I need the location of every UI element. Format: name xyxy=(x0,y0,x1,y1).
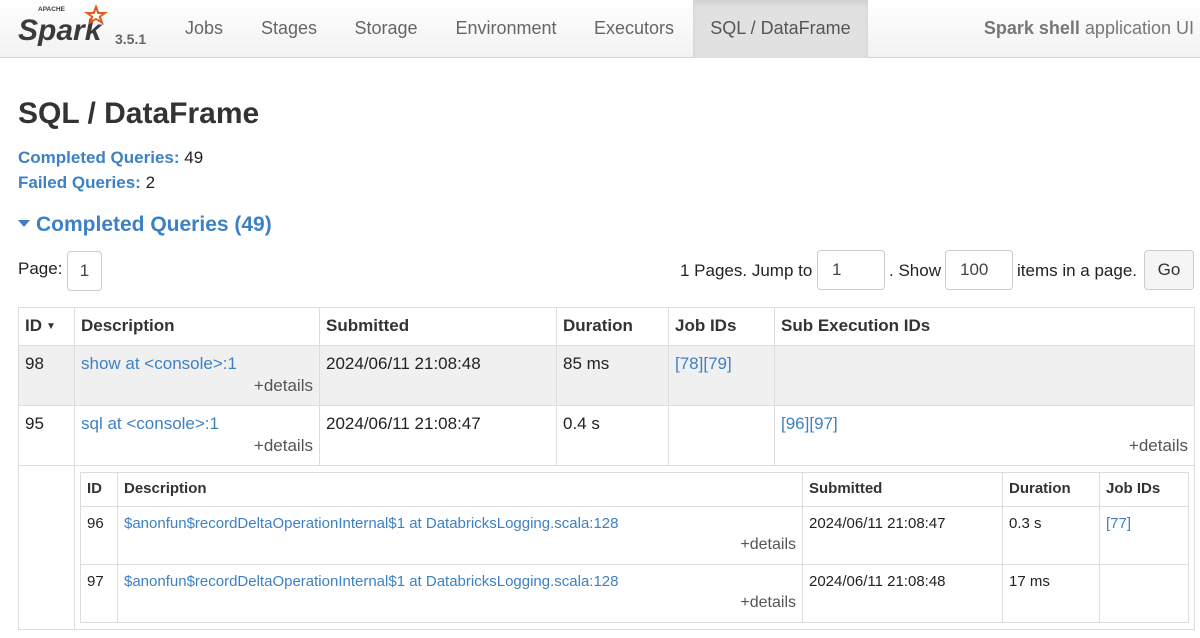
failed-queries-count: 2 xyxy=(145,173,156,192)
sub-execution-ids-link[interactable]: [96][97] xyxy=(781,414,838,433)
sub-cell-id: 97 xyxy=(80,564,118,623)
tab-stages[interactable]: Stages xyxy=(242,0,336,58)
application-title: Spark shell application UI xyxy=(984,0,1194,58)
sub-description-link[interactable]: $anonfun$recordDeltaOperationInternal$1 … xyxy=(124,573,619,590)
cell-submitted: 2024/06/11 21:08:47 xyxy=(319,405,557,466)
tab-executors[interactable]: Executors xyxy=(576,0,692,58)
cell-job-ids xyxy=(668,405,775,466)
cell-description: show at <console>:1 +details xyxy=(74,345,320,406)
tab-storage[interactable]: Storage xyxy=(336,0,436,58)
sub-executions-container: ID Description Submitted Duration Job ID… xyxy=(74,465,1195,630)
description-link[interactable]: sql at <console>:1 xyxy=(81,414,219,433)
job-ids-link[interactable]: [78][79] xyxy=(675,354,732,373)
version-label: 3.5.1 xyxy=(115,31,147,47)
show-label: . Show xyxy=(889,261,941,280)
sub-cell-description: $anonfun$recordDeltaOperationInternal$1 … xyxy=(117,506,803,565)
completed-queries-count: 49 xyxy=(184,148,204,167)
completed-queries-toggle[interactable]: Completed Queries (49) xyxy=(18,213,272,237)
sub-details-toggle[interactable]: +details xyxy=(124,594,796,612)
sub-cell-submitted: 2024/06/11 21:08:48 xyxy=(802,564,1003,623)
sub-executions-row: ID Description Submitted Duration Job ID… xyxy=(18,465,1195,630)
details-toggle[interactable]: +details xyxy=(81,376,313,396)
sub-header-duration[interactable]: Duration xyxy=(1002,472,1100,507)
app-name: Spark shell xyxy=(983,18,1080,38)
sub-table-header-row: ID Description Submitted Duration Job ID… xyxy=(80,472,1189,507)
spark-logo[interactable]: APACHE Spark xyxy=(16,2,116,46)
svg-text:APACHE: APACHE xyxy=(38,6,66,13)
cell-job-ids: [78][79] xyxy=(668,345,775,406)
go-button[interactable]: Go xyxy=(1144,250,1194,290)
sub-cell-description: $anonfun$recordDeltaOperationInternal$1 … xyxy=(117,564,803,623)
sub-header-submitted[interactable]: Submitted xyxy=(802,472,1003,507)
cell-sub-execution-ids xyxy=(774,345,1195,406)
sub-executions-table: ID Description Submitted Duration Job ID… xyxy=(80,472,1189,623)
completed-queries-summary: Completed Queries: 49 xyxy=(18,148,203,168)
sub-table-row: 97 $anonfun$recordDeltaOperationInternal… xyxy=(80,564,1189,623)
page-number-button[interactable]: 1 xyxy=(67,251,102,291)
page-size-input[interactable]: 100 xyxy=(945,250,1013,290)
sub-details-toggle[interactable]: +details xyxy=(124,536,796,554)
completed-queries-label[interactable]: Completed Queries: xyxy=(18,148,180,167)
page-label: Page: xyxy=(18,259,63,278)
items-per-page-label: items in a page. xyxy=(1017,261,1138,280)
sub-header-job-ids[interactable]: Job IDs xyxy=(1099,472,1189,507)
table-row: 98 show at <console>:1 +details 2024/06/… xyxy=(18,345,1195,406)
cell-id: 98 xyxy=(18,345,75,406)
sub-cell-duration: 0.3 s xyxy=(1002,506,1100,565)
table-row: 95 sql at <console>:1 +details 2024/06/1… xyxy=(18,405,1195,466)
page-title: SQL / DataFrame xyxy=(18,97,260,130)
tab-jobs[interactable]: Jobs xyxy=(166,0,242,58)
sub-cell-submitted: 2024/06/11 21:08:47 xyxy=(802,506,1003,565)
cell-duration: 0.4 s xyxy=(556,405,669,466)
sort-desc-icon: ▼ xyxy=(46,321,56,333)
sub-header-id[interactable]: ID xyxy=(80,472,118,507)
table-header-row: ID ▼ Description Submitted Duration Job I… xyxy=(18,307,1195,346)
header-description[interactable]: Description xyxy=(74,307,320,346)
sub-executions-details-toggle[interactable]: +details xyxy=(781,436,1188,456)
sub-cell-job-ids xyxy=(1099,564,1189,623)
sub-cell-duration: 17 ms xyxy=(1002,564,1100,623)
app-name-suffix: application UI xyxy=(1079,18,1194,38)
header-submitted[interactable]: Submitted xyxy=(319,307,557,346)
completed-queries-table: ID ▼ Description Submitted Duration Job I… xyxy=(18,307,1195,630)
failed-queries-summary: Failed Queries: 2 xyxy=(18,173,155,193)
cell-description: sql at <console>:1 +details xyxy=(74,405,320,466)
sub-job-ids-link[interactable]: [77] xyxy=(1106,515,1131,532)
brand[interactable]: APACHE Spark 3.5.1 xyxy=(14,0,164,58)
sub-cell-job-ids: [77] xyxy=(1099,506,1189,565)
failed-queries-label[interactable]: Failed Queries: xyxy=(18,173,141,192)
details-toggle[interactable]: +details xyxy=(81,436,313,456)
tab-environment[interactable]: Environment xyxy=(436,0,576,58)
sub-description-link[interactable]: $anonfun$recordDeltaOperationInternal$1 … xyxy=(124,515,619,532)
cell-id: 95 xyxy=(18,405,75,466)
cell-submitted: 2024/06/11 21:08:48 xyxy=(319,345,557,406)
cell-sub-execution-ids: [96][97] +details xyxy=(774,405,1195,466)
header-job-ids[interactable]: Job IDs xyxy=(668,307,775,346)
sub-table-row: 96 $anonfun$recordDeltaOperationInternal… xyxy=(80,506,1189,565)
svg-text:Spark: Spark xyxy=(18,14,103,46)
sub-executions-spacer xyxy=(18,465,75,630)
tab-sql-dataframe[interactable]: SQL / DataFrame xyxy=(693,0,868,58)
sub-header-description[interactable]: Description xyxy=(117,472,803,507)
collapse-arrow-icon xyxy=(18,219,30,227)
header-duration[interactable]: Duration xyxy=(556,307,669,346)
description-link[interactable]: show at <console>:1 xyxy=(81,354,237,373)
sub-cell-id: 96 xyxy=(80,506,118,565)
section-title: Completed Queries (49) xyxy=(36,213,272,236)
top-navbar: APACHE Spark 3.5.1 Jobs Stages Storage E… xyxy=(0,0,1200,58)
jump-to-page-input[interactable]: 1 xyxy=(817,250,885,290)
cell-duration: 85 ms xyxy=(556,345,669,406)
header-id[interactable]: ID ▼ xyxy=(18,307,75,346)
header-sub-execution-ids[interactable]: Sub Execution IDs xyxy=(774,307,1195,346)
pages-jump-label: 1 Pages. Jump to xyxy=(680,261,813,280)
